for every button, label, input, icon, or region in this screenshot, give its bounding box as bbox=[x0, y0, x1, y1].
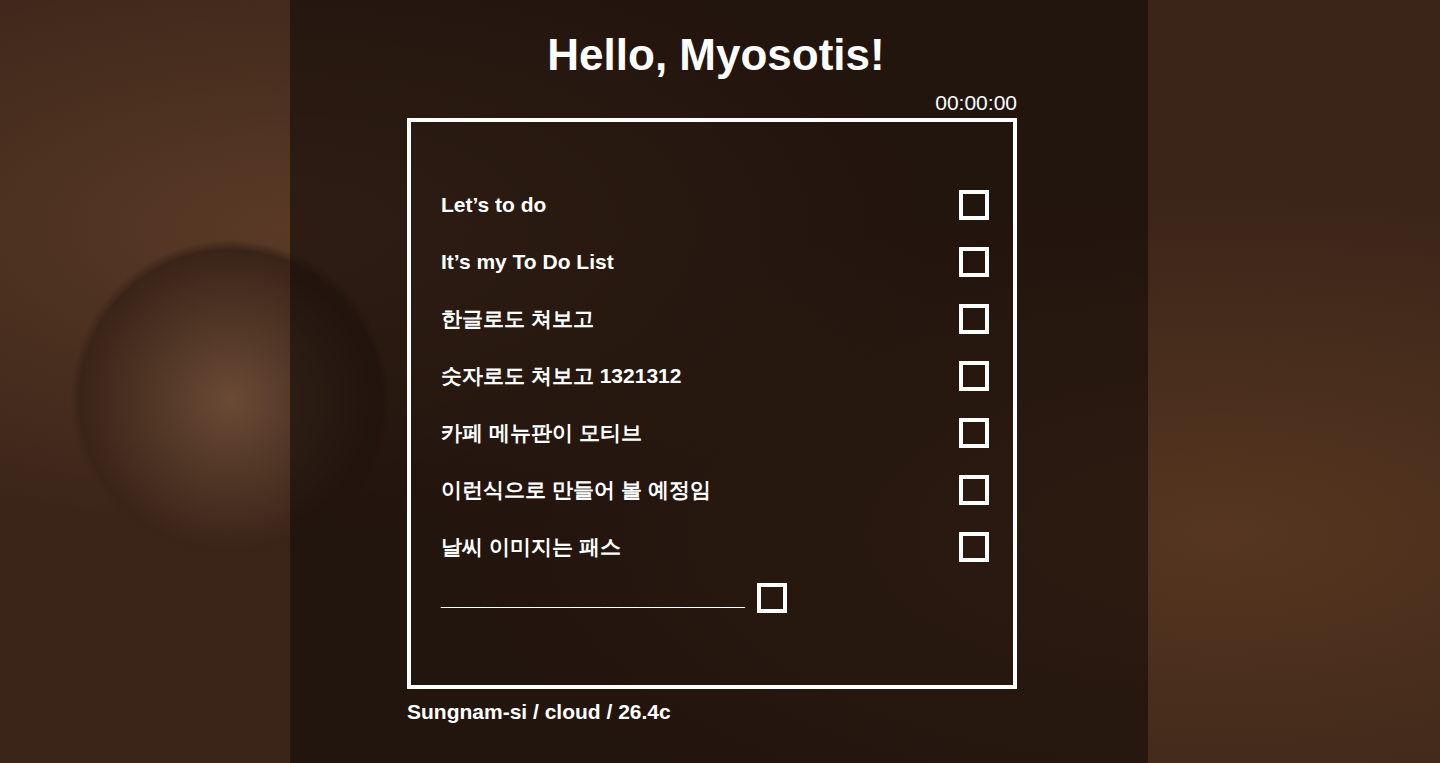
todo-text: Let’s to do bbox=[441, 193, 546, 217]
clock: 00:00:00 bbox=[935, 90, 1017, 116]
todo-text: 이런식으로 만들어 볼 예정임 bbox=[441, 476, 711, 504]
todo-checkbox[interactable] bbox=[959, 418, 989, 448]
new-todo-input[interactable]: __________________________ bbox=[441, 586, 745, 610]
todo-board: Let’s to do It’s my To Do List 한글로도 쳐보고숫자로… bbox=[407, 118, 1017, 689]
todo-text: 카페 메뉴판이 모티브 bbox=[441, 419, 642, 447]
weather-info: Sungnam-si / cloud / 26.4c bbox=[407, 699, 1017, 725]
todo-item: 카페 메뉴판이 모티브 bbox=[441, 404, 989, 461]
todo-item: It’s my To Do List bbox=[441, 233, 989, 290]
greeting-title: Hello, Myosotis! bbox=[415, 28, 1017, 82]
todo-checkbox[interactable] bbox=[959, 475, 989, 505]
new-todo-row: __________________________ bbox=[441, 575, 989, 621]
todo-item: Let’s to do bbox=[441, 176, 989, 233]
todo-checkbox[interactable] bbox=[959, 532, 989, 562]
todo-item: 이런식으로 만들어 볼 예정임 bbox=[441, 461, 989, 518]
main-column: Hello, Myosotis! 00:00:00 Let’s to do It’s … bbox=[407, 0, 1017, 725]
todo-checkbox[interactable] bbox=[959, 361, 989, 391]
todo-checkbox[interactable] bbox=[959, 247, 989, 277]
todo-text: It’s my To Do List bbox=[441, 250, 614, 274]
todo-item: 숫자로도 쳐보고 1321312 bbox=[441, 347, 989, 404]
todo-checkbox[interactable] bbox=[959, 190, 989, 220]
todo-text: 숫자로도 쳐보고 1321312 bbox=[441, 362, 681, 390]
todo-item: 날씨 이미지는 패스 bbox=[441, 518, 989, 575]
content-overlay: Hello, Myosotis! 00:00:00 Let’s to do It’s … bbox=[290, 0, 1148, 763]
todo-checkbox[interactable] bbox=[959, 304, 989, 334]
todo-text: 날씨 이미지는 패스 bbox=[441, 533, 621, 561]
page: Hello, Myosotis! 00:00:00 Let’s to do It’s … bbox=[0, 0, 1440, 763]
todo-item: 한글로도 쳐보고 bbox=[441, 290, 989, 347]
new-todo-checkbox[interactable] bbox=[757, 583, 787, 613]
todo-text: 한글로도 쳐보고 bbox=[441, 305, 594, 333]
